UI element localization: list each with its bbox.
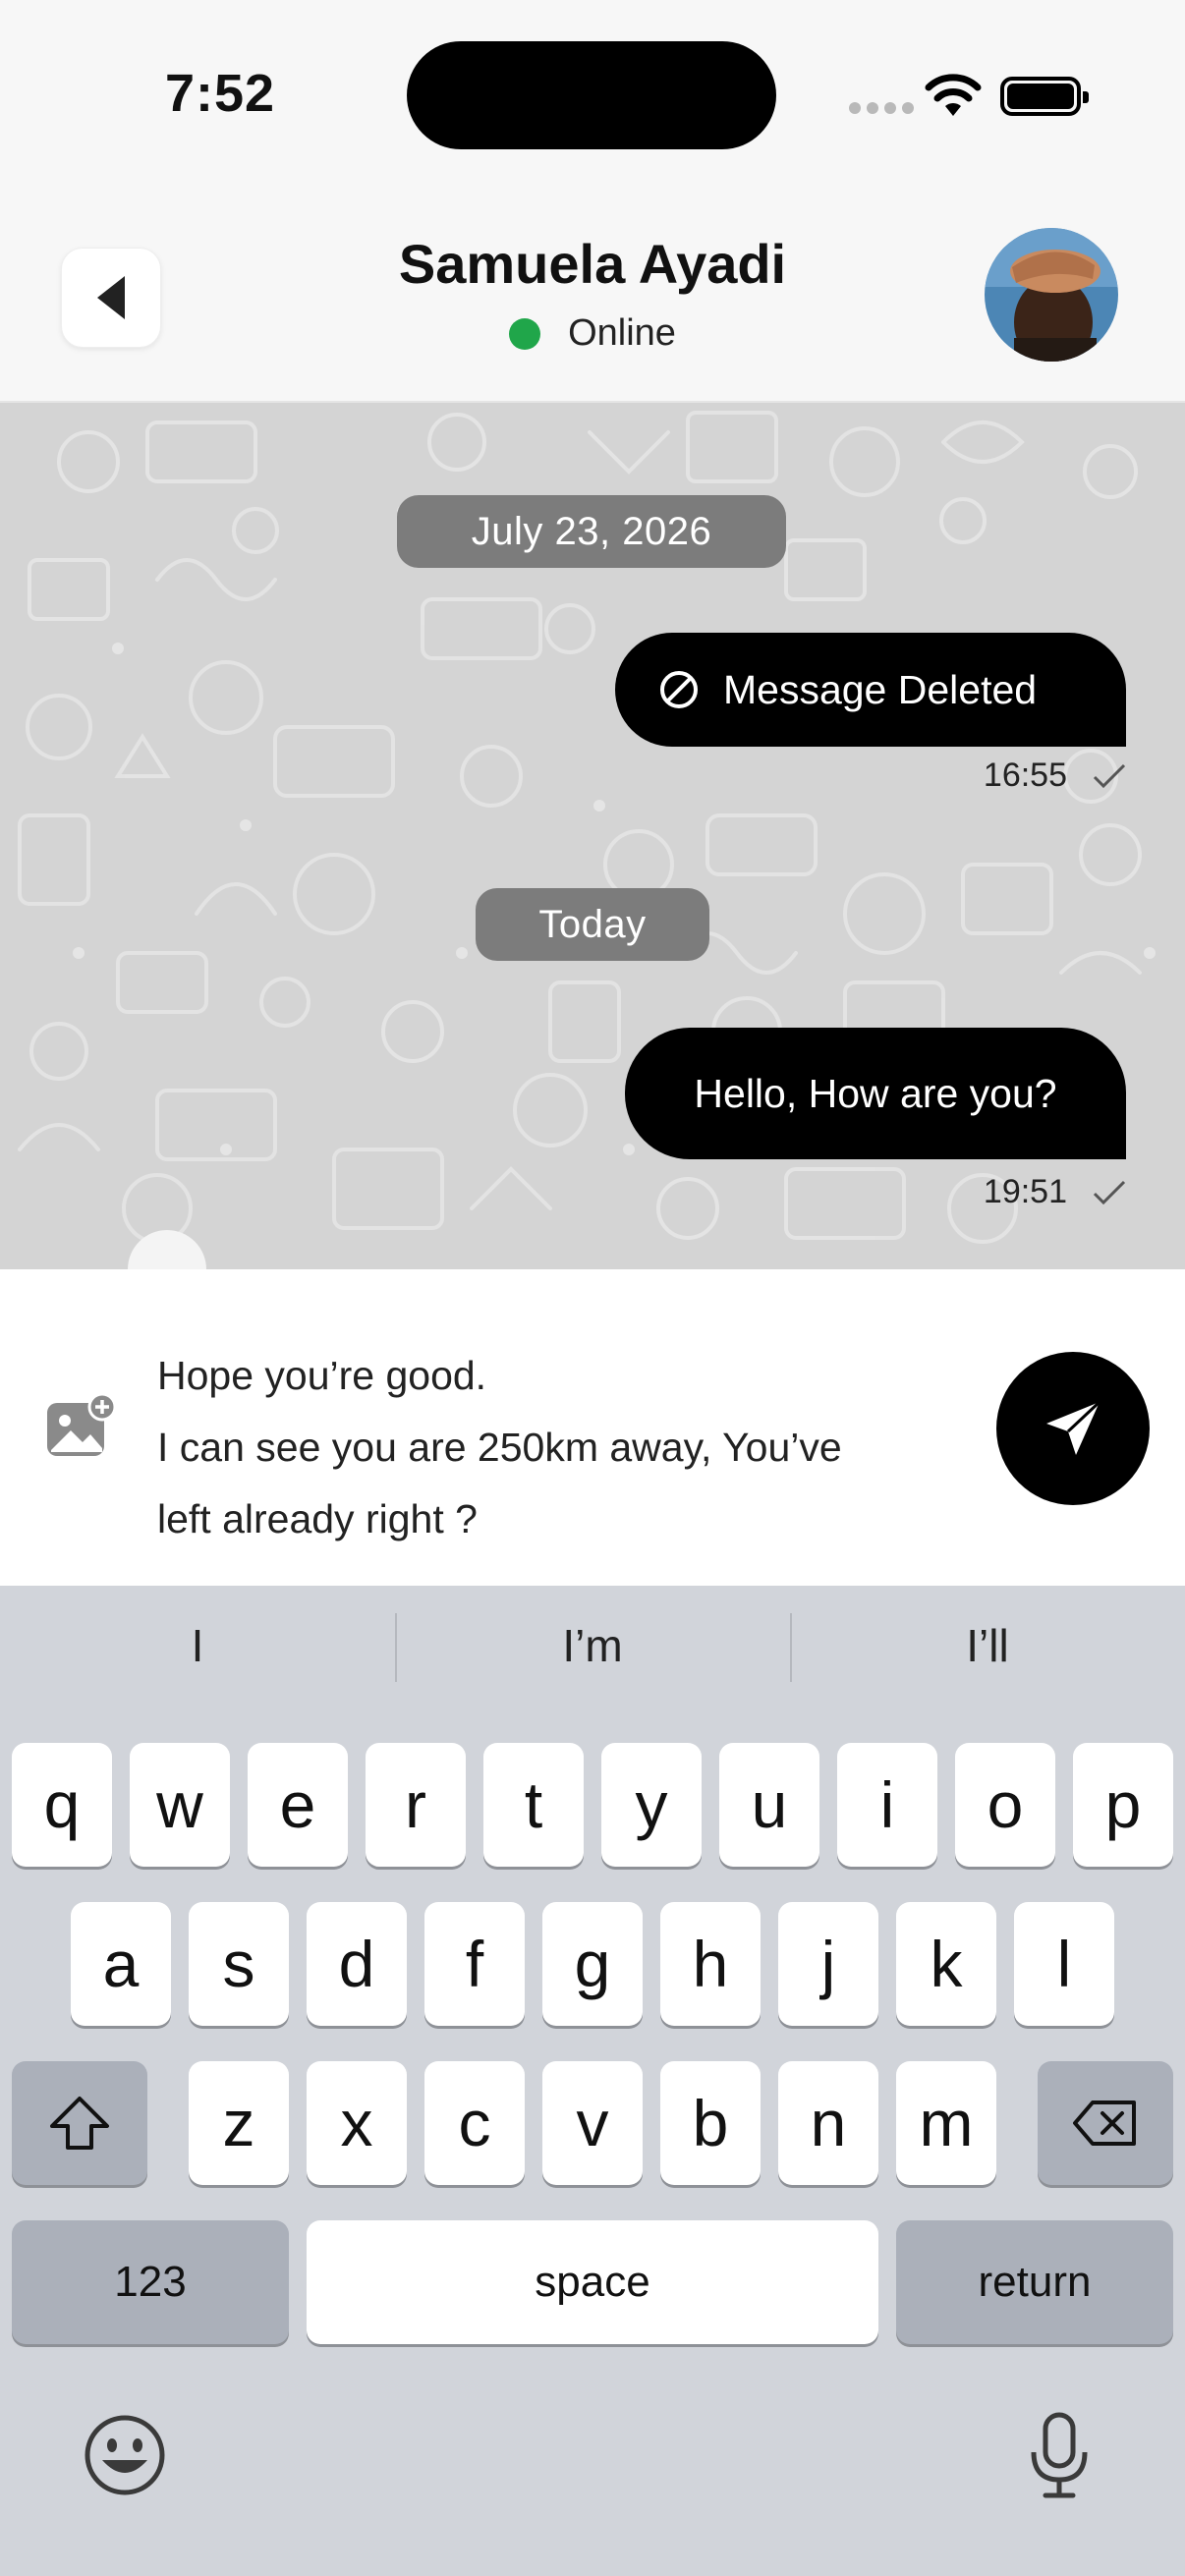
key-i[interactable]: i xyxy=(837,1743,937,1867)
microphone-icon[interactable] xyxy=(1028,2411,1091,2501)
key-m[interactable]: m xyxy=(896,2061,996,2185)
message-timestamp: 19:51 xyxy=(984,1173,1126,1211)
keyboard: I I’m I’ll q w e r t y u i o p a s d f g… xyxy=(0,1586,1185,2576)
date-chip: Today xyxy=(476,888,709,961)
status-time: 7:52 xyxy=(165,64,276,123)
predictive-bar: I I’m I’ll xyxy=(0,1607,1185,1684)
chat-area[interactable]: July 23, 2026 Message Deleted 16:55 Toda… xyxy=(0,403,1185,1269)
online-dot-icon xyxy=(509,317,541,350)
avatar[interactable] xyxy=(985,228,1118,362)
send-button[interactable] xyxy=(996,1352,1150,1505)
key-z[interactable]: z xyxy=(189,2061,289,2185)
key-v[interactable]: v xyxy=(542,2061,643,2185)
shift-key[interactable] xyxy=(12,2061,147,2185)
shift-icon xyxy=(50,2097,109,2150)
key-h[interactable]: h xyxy=(660,1902,761,2026)
wifi-icon xyxy=(925,74,982,116)
key-k[interactable]: k xyxy=(896,1902,996,2026)
message-composer: Hope you’re good. I can see you are 250k… xyxy=(0,1269,1185,1586)
key-y[interactable]: y xyxy=(601,1743,702,1867)
cellular-signal-icon xyxy=(849,102,914,114)
key-g[interactable]: g xyxy=(542,1902,643,2026)
key-d[interactable]: d xyxy=(307,1902,407,2026)
key-f[interactable]: f xyxy=(424,1902,525,2026)
key-r[interactable]: r xyxy=(366,1743,466,1867)
key-n[interactable]: n xyxy=(778,2061,878,2185)
paper-plane-icon xyxy=(1046,1400,1101,1455)
key-b[interactable]: b xyxy=(660,2061,761,2185)
add-photo-icon[interactable] xyxy=(43,1393,118,1462)
key-l[interactable]: l xyxy=(1014,1902,1114,2026)
dynamic-island xyxy=(407,41,776,149)
status-bar: 7:52 xyxy=(0,0,1185,196)
battery-icon xyxy=(1000,77,1089,116)
key-j[interactable]: j xyxy=(778,1902,878,2026)
message-timestamp: 16:55 xyxy=(984,756,1126,795)
sent-check-icon xyxy=(1093,1180,1126,1204)
return-key[interactable]: return xyxy=(896,2220,1173,2344)
prohibited-icon xyxy=(660,671,698,708)
numbers-key[interactable]: 123 xyxy=(12,2220,289,2344)
key-p[interactable]: p xyxy=(1073,1743,1173,1867)
key-w[interactable]: w xyxy=(130,1743,230,1867)
backspace-icon xyxy=(1073,2100,1136,2146)
message-input[interactable]: Hope you’re good. I can see you are 250k… xyxy=(157,1340,963,1555)
presence-label: Online xyxy=(568,312,676,354)
key-s[interactable]: s xyxy=(189,1902,289,2026)
key-e[interactable]: e xyxy=(248,1743,348,1867)
message-bubble[interactable]: Hello, How are you? xyxy=(625,1028,1126,1159)
key-a[interactable]: a xyxy=(71,1902,171,2026)
key-q[interactable]: q xyxy=(12,1743,112,1867)
key-c[interactable]: c xyxy=(424,2061,525,2185)
chat-header: Samuela Ayadi Online xyxy=(0,196,1185,403)
space-key[interactable]: space xyxy=(307,2220,878,2344)
suggestion[interactable]: I’m xyxy=(395,1607,790,1684)
sent-check-icon xyxy=(1093,763,1126,788)
message-text: Hello, How are you? xyxy=(694,1070,1057,1116)
message-text: Message Deleted xyxy=(723,666,1038,712)
suggestion[interactable]: I xyxy=(0,1607,395,1684)
date-chip: July 23, 2026 xyxy=(397,495,786,568)
emoji-icon[interactable] xyxy=(83,2413,167,2497)
suggestion[interactable]: I’ll xyxy=(790,1607,1185,1684)
message-bubble-deleted[interactable]: Message Deleted xyxy=(615,633,1126,747)
key-t[interactable]: t xyxy=(483,1743,584,1867)
key-u[interactable]: u xyxy=(719,1743,819,1867)
backspace-key[interactable] xyxy=(1038,2061,1173,2185)
key-x[interactable]: x xyxy=(307,2061,407,2185)
key-o[interactable]: o xyxy=(955,1743,1055,1867)
